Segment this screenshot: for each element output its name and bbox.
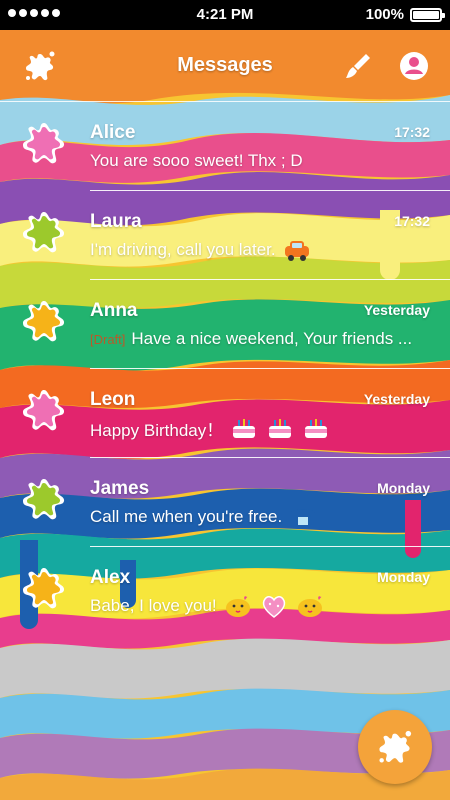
contact-name: Leon (90, 389, 136, 410)
message-preview: Happy Birthday！ (90, 416, 432, 440)
yellow-splat-icon (23, 301, 65, 342)
paintbrush-icon (346, 54, 370, 78)
splat-icon (379, 730, 412, 763)
message-text: Call me when you're free. (90, 507, 283, 526)
page-title: Messages (177, 54, 273, 76)
status-bar: 4:21 PM 100% (0, 0, 450, 30)
heart-icon (262, 596, 285, 618)
telephone-icon (291, 509, 316, 527)
yellow-splat-icon (23, 568, 65, 609)
contact-name: Alice (90, 122, 136, 143)
contacts-button[interactable] (396, 48, 432, 84)
app-header: Messages (0, 30, 450, 102)
battery-percentage: 100% (365, 6, 404, 23)
cake-icon (269, 419, 292, 438)
message-time: 17:32 (394, 124, 430, 140)
conversation-item-james[interactable]: James Monday Call me when you're free. (0, 458, 450, 547)
message-time: Monday (377, 480, 430, 496)
cake-icon (305, 419, 328, 438)
draft-label: [Draft] (90, 331, 126, 347)
message-preview: Babe, I love you! (90, 594, 432, 618)
pink-splat-icon (23, 123, 65, 164)
car-icon (284, 241, 309, 261)
conversation-item-anna[interactable]: Anna Yesterday [Draft] Have a nice weeke… (0, 280, 450, 369)
message-text: Have a nice weekend, Your friends ... (131, 329, 413, 348)
cake-icon (233, 419, 256, 438)
conversation-list: Alice 17:32 You are sooo sweet! Thx ; D … (0, 102, 450, 636)
message-text: Happy Birthday！ (90, 420, 224, 440)
message-time: Yesterday (363, 391, 430, 407)
conversation-item-alex[interactable]: Alex Monday Babe, I love you! (0, 547, 450, 636)
battery-icon (410, 8, 445, 22)
message-time: Monday (377, 569, 430, 585)
theme-brush-button[interactable] (340, 48, 376, 84)
contact-icon (400, 52, 428, 80)
kiss-chick-icon (297, 596, 322, 617)
message-time: 17:32 (394, 213, 430, 229)
message-preview: You are sooo sweet! Thx ; D (90, 149, 432, 173)
conversation-item-laura[interactable]: Laura 17:32 I'm driving, call you later. (0, 191, 450, 280)
message-text: You are sooo sweet! Thx ; D (90, 151, 303, 170)
message-time: Yesterday (363, 302, 430, 318)
conversation-item-alice[interactable]: Alice 17:32 You are sooo sweet! Thx ; D (0, 102, 450, 191)
contact-name: Laura (90, 211, 142, 232)
green-splat-icon (23, 212, 65, 253)
kiss-chick-icon (225, 596, 250, 617)
message-text: I'm driving, call you later. (90, 240, 276, 259)
contact-name: James (90, 478, 150, 499)
compose-button[interactable] (358, 710, 432, 784)
message-preview: Call me when you're free. (90, 505, 432, 529)
conversation-item-leon[interactable]: Leon Yesterday Happy Birthday！ (0, 369, 450, 458)
green-splat-icon (23, 479, 65, 520)
message-preview: I'm driving, call you later. (90, 238, 432, 262)
message-preview: [Draft] Have a nice weekend, Your friend… (90, 327, 432, 351)
contact-name: Anna (90, 300, 138, 321)
message-text: Babe, I love you! (90, 596, 217, 615)
pink-splat-icon (23, 390, 65, 431)
contact-name: Alex (90, 567, 131, 588)
